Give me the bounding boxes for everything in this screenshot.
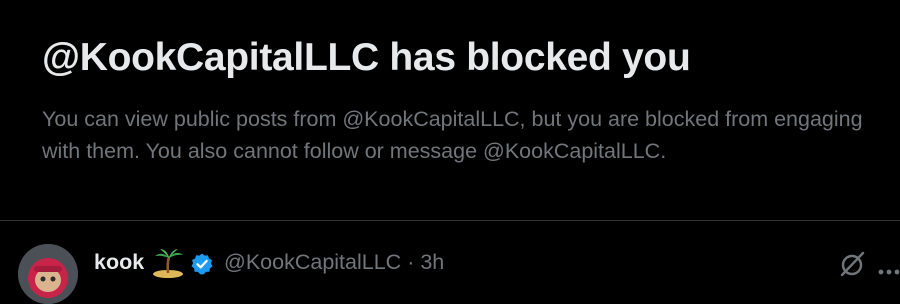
- grok-icon[interactable]: [838, 250, 866, 278]
- meta-separator: ·: [407, 250, 415, 274]
- avatar-image: [18, 244, 78, 304]
- post-meta: @KookCapitalLLC · 3h: [224, 250, 444, 275]
- post-author-name[interactable]: kook: [94, 250, 144, 275]
- more-icon[interactable]: [878, 262, 900, 275]
- post-timestamp[interactable]: 3h: [420, 250, 444, 274]
- block-notice-description: You can view public posts from @KookCapi…: [42, 107, 863, 163]
- avatar[interactable]: [18, 244, 78, 304]
- desert-island-icon: [151, 248, 185, 278]
- post-author-handle[interactable]: @KookCapitalLLC: [224, 250, 401, 274]
- verified-badge-icon[interactable]: [190, 252, 214, 276]
- block-notice: @KookCapitalLLC has blocked you You can …: [0, 0, 900, 220]
- block-notice-title: @KookCapitalLLC has blocked you: [42, 36, 691, 79]
